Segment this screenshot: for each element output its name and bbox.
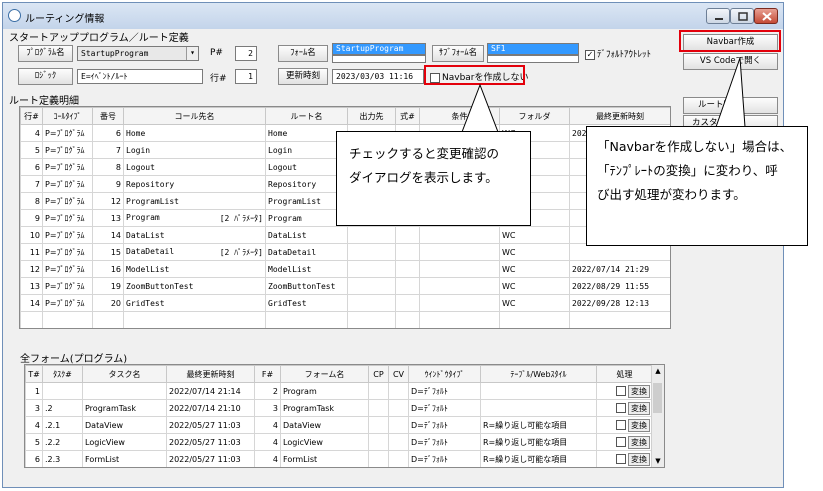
right-callout-line2: 「ﾃﾝﾌﾟﾚｰﾄの変換」に変わり、呼 [597, 163, 778, 178]
right-callout-line3: び出す処理が変わります。 [597, 187, 746, 202]
right-callout-line1: 「Navbarを作成しない」場合は、 [597, 139, 793, 154]
left-callout-line1: チェックすると変更確認の [349, 146, 500, 161]
left-callout-line2: ダイアログを表示します。 [349, 170, 498, 185]
left-callout: チェックすると変更確認の ダイアログを表示します。 [336, 131, 531, 226]
right-callout: 「Navbarを作成しない」場合は、 「ﾃﾝﾌﾟﾚｰﾄの変換」に変わり、呼 び出… [586, 126, 808, 246]
